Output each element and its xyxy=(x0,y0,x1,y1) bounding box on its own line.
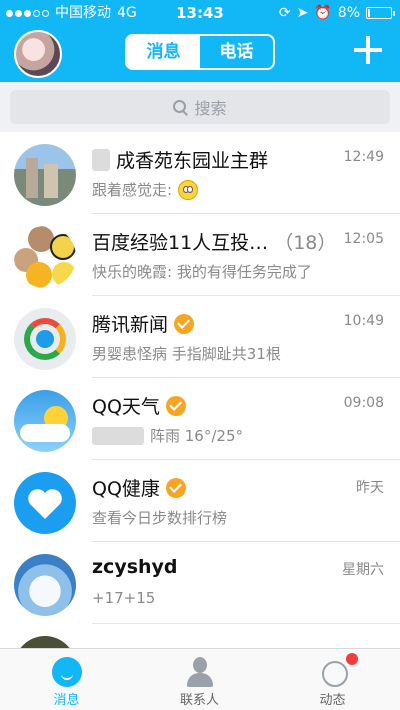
conversation-preview: 阵雨 16°/25° xyxy=(150,427,243,445)
conversation-preview: 男婴患怪病 手指脚趾共31根 xyxy=(92,345,281,363)
conversation-time: 10:49 xyxy=(343,313,384,329)
conversation-preview: 查看今日步数排行榜 xyxy=(92,509,228,527)
conversation-preview-row: 查看今日步数排行榜 xyxy=(92,507,227,528)
search-bar[interactable]: 搜索 xyxy=(10,90,390,124)
verified-badge-icon xyxy=(165,477,186,498)
search-placeholder: 搜索 xyxy=(194,99,227,118)
verified-badge-icon xyxy=(165,395,186,416)
conversation-row[interactable]: 成香苑东园业主群 12:49 跟着感觉走: xyxy=(14,132,400,214)
conversation-title: 百度经验11人互投… xyxy=(92,232,269,254)
news-logo-avatar xyxy=(14,308,76,370)
redacted-text xyxy=(92,148,110,171)
group-avatar xyxy=(14,226,76,288)
contacts-icon xyxy=(185,657,215,687)
location-icon: ➤ xyxy=(296,5,309,21)
chat-icon xyxy=(51,657,82,687)
conversation-row[interactable]: 百度经验11人互投… （18） 12:05 快乐的晚霞: 我的有得任务完成了 xyxy=(14,214,400,296)
star-icon xyxy=(318,657,348,687)
conversation-preview-row: 跟着感觉走: xyxy=(92,179,199,200)
tab-label: 动态 xyxy=(319,693,346,708)
conversation-title: 腾讯新闻 xyxy=(92,314,169,336)
conversation-preview-row: 快乐的晚霞: 我的有得任务完成了 xyxy=(92,261,312,282)
conversation-time: 12:05 xyxy=(343,231,384,247)
building-photo-avatar xyxy=(14,144,76,206)
status-right: ⟳ ➤ ⏰ 8% xyxy=(278,0,395,26)
my-avatar[interactable] xyxy=(14,30,62,78)
notification-badge xyxy=(346,653,358,665)
conversation-title-row: QQ天气 xyxy=(92,392,186,419)
health-logo-avatar xyxy=(14,472,76,534)
tab-label: 联系人 xyxy=(179,693,219,708)
qq-screen: 中国移动 4G 13:43 ⟳ ➤ ⏰ 8% 消息 电话 搜索 成香苑东园业主群… xyxy=(0,0,400,710)
conversation-title-row: 百度经验11人互投… （18） xyxy=(92,228,336,255)
surprised-emoji-icon xyxy=(178,179,199,200)
status-bar: 中国移动 4G 13:43 ⟳ ➤ ⏰ 8% xyxy=(0,0,400,26)
tab-calls[interactable]: 电话 xyxy=(200,36,273,68)
conversation-time: 12:49 xyxy=(343,149,384,165)
alarm-icon: ⏰ xyxy=(314,5,332,21)
conversation-row[interactable]: 腾讯新闻 10:49 男婴患怪病 手指脚趾共31根 xyxy=(14,296,400,378)
battery-level xyxy=(368,9,370,17)
tab-contacts[interactable]: 联系人 xyxy=(133,649,266,710)
battery-percent: 8% xyxy=(337,5,360,21)
heart-cloud-photo-avatar xyxy=(14,554,76,616)
conversation-title: 成香苑东园业主群 xyxy=(116,150,269,172)
weather-logo-avatar xyxy=(14,390,76,452)
conversation-title: QQ天气 xyxy=(92,396,160,418)
tab-messages-bottom[interactable]: 消息 xyxy=(0,649,133,710)
conversation-time: 星期六 xyxy=(342,562,384,578)
search-icon xyxy=(173,99,188,115)
conversation-preview: 跟着感觉走: xyxy=(92,181,173,199)
conversation-title-row: 成香苑东园业主群 xyxy=(92,146,268,173)
battery-icon xyxy=(366,7,395,19)
rotation-lock-icon: ⟳ xyxy=(278,5,291,21)
conversation-preview: +17+15 xyxy=(92,589,156,607)
conversation-time: 09:08 xyxy=(343,395,384,411)
heart-icon xyxy=(28,489,62,519)
conversation-list: 成香苑东园业主群 12:49 跟着感觉走: 百度经验11人互投… （18） 12… xyxy=(0,132,400,648)
conversation-preview-row: 阵雨 16°/25° xyxy=(92,425,243,446)
conversation-row[interactable]: zcyshyd 星期六 +17+15 xyxy=(14,542,400,624)
redacted-text xyxy=(92,426,144,445)
member-count: （18） xyxy=(274,232,337,254)
verified-badge-icon xyxy=(174,313,195,334)
conversation-time: 昨天 xyxy=(356,480,384,496)
bottom-tab-bar: 消息 联系人 动态 xyxy=(0,648,400,710)
conversation-row[interactable] xyxy=(14,624,400,648)
header-bar: 中国移动 4G 13:43 ⟳ ➤ ⏰ 8% 消息 电话 xyxy=(0,0,400,82)
partial-avatar xyxy=(14,636,76,648)
conversation-preview-row: +17+15 xyxy=(92,589,155,607)
conversation-preview-row: 男婴患怪病 手指脚趾共31根 xyxy=(92,343,281,364)
conversation-title-row: QQ健康 xyxy=(92,474,186,501)
conversation-title-row: 腾讯新闻 xyxy=(92,310,195,337)
conversation-title: QQ健康 xyxy=(92,478,160,500)
tab-label: 消息 xyxy=(53,693,80,708)
conversation-title: zcyshyd xyxy=(92,556,178,578)
tab-messages[interactable]: 消息 xyxy=(127,36,200,68)
add-plus-icon[interactable] xyxy=(354,36,382,64)
search-area: 搜索 xyxy=(0,82,400,132)
conversation-row[interactable]: QQ健康 昨天 查看今日步数排行榜 xyxy=(14,460,400,542)
header-segmented-control: 消息 电话 xyxy=(125,34,275,70)
conversation-row[interactable]: QQ天气 09:08 阵雨 16°/25° xyxy=(14,378,400,460)
tab-moments[interactable]: 动态 xyxy=(266,649,399,710)
conversation-title-row: zcyshyd xyxy=(92,556,178,578)
conversation-preview: 快乐的晚霞: 我的有得任务完成了 xyxy=(92,263,312,281)
